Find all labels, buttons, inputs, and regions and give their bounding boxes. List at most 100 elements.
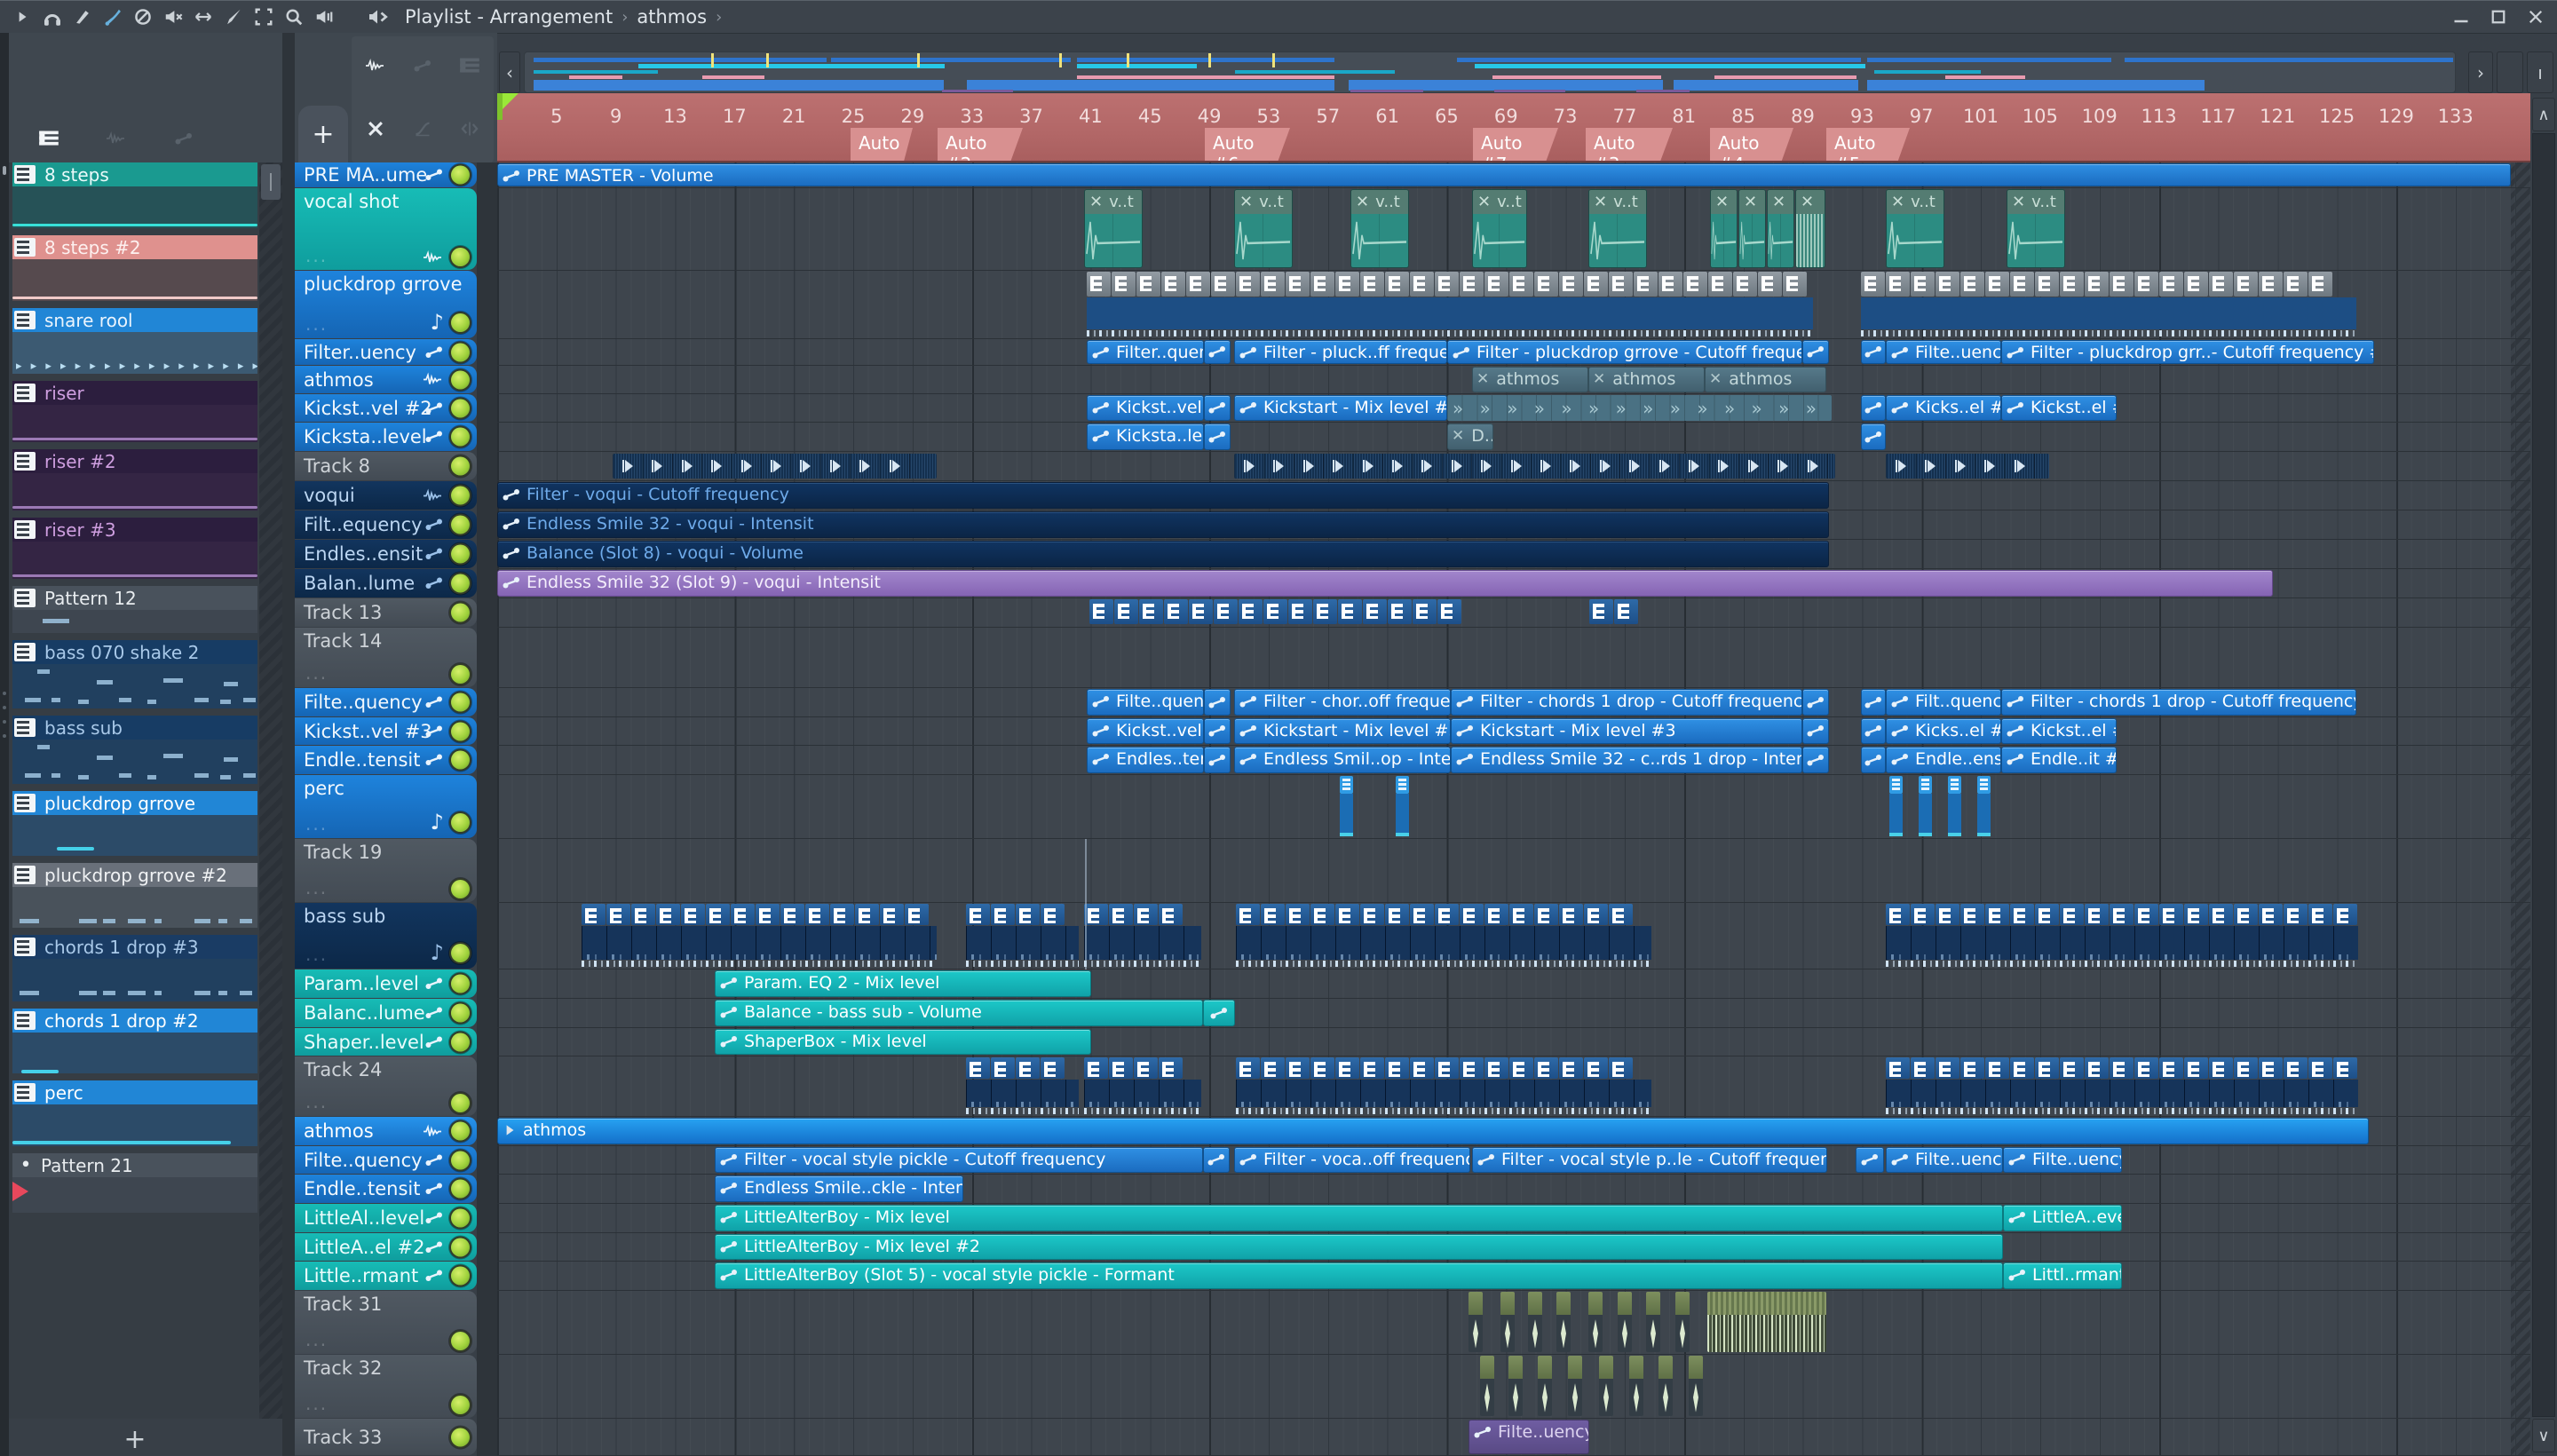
audio-slice-clip[interactable] (1689, 1356, 1703, 1416)
pattern-item-header[interactable]: Pattern 12 (12, 586, 257, 610)
automation-clip[interactable]: Filter - chords 1 drop - Cutoff frequenc… (2001, 689, 2356, 716)
audio-clip[interactable]: ✕ v..t (1588, 189, 1647, 268)
muted-audio-clip[interactable]: ✕ athmos (1472, 367, 1588, 392)
tool-piano[interactable] (458, 57, 481, 78)
perc-pattern-clip[interactable] (1396, 776, 1409, 837)
pattern-preview[interactable] (12, 1033, 257, 1073)
automation-clip[interactable]: Kickst..vel #3 (1087, 718, 1204, 744)
audio-slice-clip[interactable] (1646, 1292, 1660, 1352)
track-options-dots[interactable]: ... (305, 944, 328, 965)
automation-clip[interactable]: Kickst..el #2 (2001, 395, 2117, 421)
automation-link-chip[interactable] (1856, 1147, 1884, 1173)
automation-clip[interactable]: Endless Smile 32 (Slot 9) - voqui - Inte… (497, 570, 2273, 597)
audio-slice-clip[interactable] (1675, 1292, 1690, 1352)
pattern-preview[interactable] (12, 1177, 257, 1213)
grid-track-row[interactable] (497, 271, 2530, 339)
automation-clip[interactable]: Param. EQ 2 - Mix level (715, 970, 1091, 997)
time-marker-auto-7[interactable]: Auto #7 (1473, 128, 1558, 161)
automation-clip[interactable]: Filte..uency (1468, 1420, 1589, 1454)
pattern-clip-strip[interactable] (1886, 1057, 2358, 1115)
automation-clip[interactable]: Filter - voca..off frequency (1234, 1147, 1470, 1173)
automation-link-chip[interactable] (1861, 340, 1886, 364)
track-enable-led[interactable] (451, 1396, 470, 1414)
track-header[interactable]: bass sub... ♪ (295, 903, 477, 969)
audio-loop-strip[interactable] (1886, 454, 2049, 479)
automation-clip[interactable]: Filter - chor..off frequency (1234, 689, 1451, 716)
tool-xicon[interactable] (366, 119, 385, 142)
perc-pattern-clip[interactable] (1977, 776, 1991, 837)
audio-slice-clip[interactable] (1500, 1292, 1515, 1352)
track-enable-led[interactable] (451, 486, 470, 505)
track-header[interactable]: Track 13 (295, 598, 477, 627)
grid-track-row[interactable] (497, 628, 2530, 688)
audio-loop-strip[interactable] (1234, 454, 1835, 479)
breadcrumb-arrangement[interactable]: athmos (637, 6, 707, 28)
perc-pattern-clip[interactable] (1340, 776, 1353, 837)
muted-audio-clip[interactable]: ✕ athmos (1705, 367, 1826, 392)
pattern-clip-strip[interactable] (1087, 272, 1813, 337)
pattern-clip-strip[interactable] (1236, 904, 1651, 968)
vertical-scroll-down[interactable]: ∨ (2532, 1419, 2555, 1452)
pattern-item[interactable]: chords 1 drop #3 (12, 935, 257, 1001)
pattern-preview[interactable] (12, 405, 257, 442)
automation-clip[interactable]: LittleAlterBoy - Mix level #2 (715, 1234, 2003, 1260)
automation-link-chip[interactable] (1861, 747, 1886, 773)
automation-clip[interactable]: Kicks..el #3 (1886, 718, 2001, 744)
scrollbar-thumb[interactable] (261, 164, 281, 200)
automation-link-chip[interactable] (1203, 1000, 1235, 1026)
pattern-preview[interactable] (12, 259, 257, 301)
track-header[interactable]: LittleAl..level (295, 1204, 477, 1232)
pattern-item[interactable]: • Pattern 21 (12, 1153, 257, 1213)
audio-clip[interactable]: ✕ v..t (1350, 189, 1409, 268)
audio-clip-athmos[interactable]: athmos (497, 1118, 2369, 1144)
audio-loop-strip[interactable] (613, 454, 937, 479)
add-pattern-button[interactable]: + (115, 1426, 154, 1456)
audio-slice-clip[interactable] (1618, 1292, 1632, 1352)
overview-zoom-button[interactable]: ı (2527, 51, 2553, 93)
track-header[interactable]: Filte..quency (295, 688, 477, 716)
pattern-item[interactable]: perc (12, 1080, 257, 1146)
track-options-dots[interactable]: ... (305, 1393, 328, 1414)
maximize-button[interactable] (2486, 5, 2511, 28)
pattern-preview[interactable] (12, 1104, 257, 1146)
grid-track-row[interactable] (497, 903, 2530, 969)
pattern-item-header[interactable]: riser #2 (12, 449, 257, 473)
automation-link-chip[interactable] (1204, 689, 1231, 716)
audio-clip[interactable]: ✕ (1795, 189, 1825, 268)
track-enable-led[interactable] (451, 1238, 470, 1256)
automation-clip[interactable]: Filter - pluckdrop grr..- Cutoff frequen… (2001, 340, 2374, 364)
marquee-icon[interactable] (249, 5, 279, 28)
grid-track-row[interactable]: Kicksta..level ✕ D..n (497, 423, 2530, 452)
track-header[interactable]: Track 8 (295, 452, 477, 480)
overview-page-button[interactable] (2497, 51, 2523, 93)
track-options-dots[interactable]: ... (305, 1091, 328, 1112)
track-enable-led[interactable] (451, 722, 470, 740)
automation-clip[interactable]: Endle..it #2 (2001, 747, 2117, 773)
audio-slice-clip[interactable] (1468, 1292, 1483, 1352)
audio-slice-clip[interactable] (1629, 1356, 1643, 1416)
track-header[interactable]: pluckdrop grrove... ♪ (295, 271, 477, 338)
perc-pattern-clip[interactable] (1889, 776, 1903, 837)
time-marker-auto-3[interactable]: Auto #3 (1586, 128, 1673, 161)
pattern-item-header[interactable]: bass sub (12, 716, 257, 740)
automation-clip[interactable]: Filter - vocal style p..le - Cutoff freq… (1472, 1147, 1827, 1173)
automation-clip[interactable]: Filter - voqui - Cutoff frequency (497, 482, 1829, 509)
track-enable-led[interactable] (451, 343, 470, 361)
knife-icon[interactable] (218, 5, 249, 28)
pattern-item-header[interactable]: • Pattern 21 (12, 1153, 257, 1177)
pattern-item-header[interactable]: snare rool (12, 308, 257, 332)
audio-clip[interactable]: ✕ (1738, 189, 1766, 268)
grid-track-row[interactable]: athmos (497, 1117, 2530, 1146)
automation-clip[interactable]: Littl..rmant (2003, 1262, 2122, 1289)
breadcrumb-view[interactable]: Playlist - Arrangement (405, 6, 613, 28)
track-enable-led[interactable] (451, 1266, 470, 1286)
track-header[interactable]: Endle..tensit (295, 746, 477, 774)
automation-clip[interactable]: Filter - pluck..ff frequency (1234, 340, 1447, 364)
pattern-preview[interactable] (12, 815, 257, 856)
pattern-item[interactable]: snare rool ▸ ▸ ▸ ▸ ▸ ▸ ▸ ▸ ▸ ▸ ▸ ▸ ▸ ▸ ▸ … (12, 308, 257, 374)
automation-link-chip[interactable] (1802, 718, 1829, 744)
grid-track-row[interactable] (497, 1291, 2530, 1355)
track-header[interactable]: vocal shot... (295, 188, 477, 270)
automation-clip[interactable]: Filte..uency (1886, 1147, 2003, 1173)
grid-track-row[interactable] (497, 839, 2530, 903)
